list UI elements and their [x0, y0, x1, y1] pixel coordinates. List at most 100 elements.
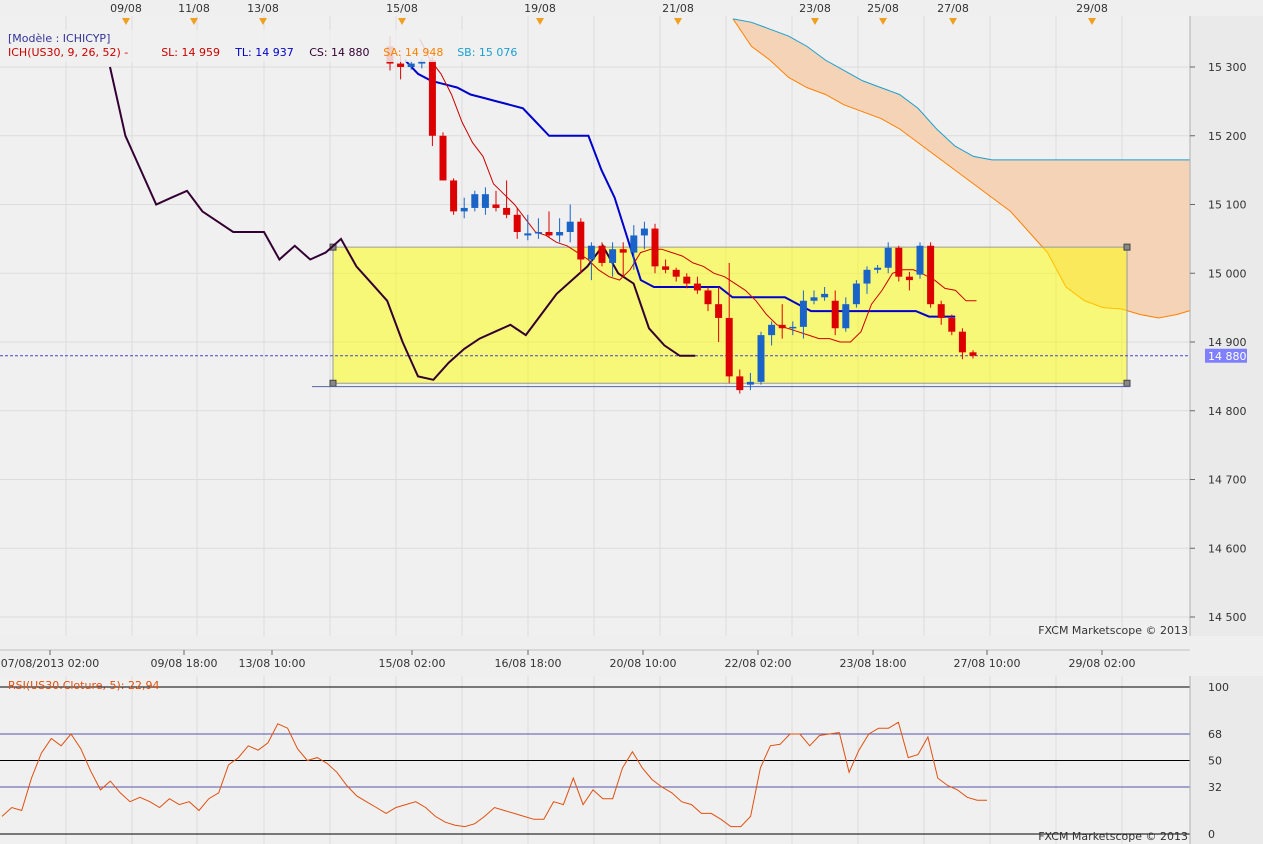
price-tick-label: 15 100	[1208, 199, 1247, 212]
legend-item: SB: 15 076	[457, 46, 517, 59]
candle-body	[810, 297, 818, 301]
chart-canvas: 09/08 11/08 13/08 15/08 19/08 21/08 23/08 25/08…	[0, 0, 1263, 844]
time-axis[interactable]: 07/08/2013 02:00 09/08 18:00 13/08 10:00 15…	[0, 636, 1263, 676]
candle-body	[884, 247, 892, 268]
time-tick-label: 15/08 02:00	[379, 657, 446, 670]
top-date-label: 23/08	[799, 2, 831, 15]
candle-body	[693, 283, 701, 291]
candle-body	[948, 317, 956, 332]
candle-body	[799, 300, 807, 327]
time-tick-label: 13/08 10:00	[239, 657, 306, 670]
candle-body	[937, 304, 945, 318]
candle-body	[481, 194, 489, 208]
candle-body	[958, 331, 966, 353]
candle-body	[916, 245, 924, 275]
top-date-label: 13/08	[247, 2, 279, 15]
candle-body	[598, 245, 606, 263]
rectangle-handle	[1123, 243, 1131, 251]
rsi-level-label: 32	[1208, 781, 1222, 794]
price-tick-label: 15 000	[1208, 267, 1247, 280]
candle-body	[651, 228, 659, 267]
candle-body	[863, 269, 871, 284]
rsi-watermark: FXCM Marketscope © 2013	[1038, 830, 1188, 843]
rsi-legend: RSI(US30.Cloture, 5): 22,94	[8, 679, 159, 692]
candle-body	[683, 276, 691, 284]
price-tick-label: 15 200	[1208, 130, 1247, 143]
candle-body	[757, 335, 765, 382]
candle-body	[778, 324, 786, 329]
candle-body	[471, 194, 479, 208]
candle-body	[969, 352, 977, 356]
candle-body	[428, 60, 436, 136]
candle-body	[852, 283, 860, 305]
candle-body	[662, 266, 670, 270]
top-date-label: 29/08	[1076, 2, 1108, 15]
candle-body	[513, 214, 521, 232]
top-date-label: 11/08	[178, 2, 210, 15]
top-date-label: 09/08	[110, 2, 142, 15]
candle-body	[672, 269, 680, 277]
rectangle-handle	[1123, 379, 1131, 387]
candle-body	[556, 232, 564, 236]
candle-body	[450, 180, 458, 212]
top-date-label: 21/08	[662, 2, 694, 15]
time-tick-label: 07/08/2013 02:00	[1, 657, 100, 670]
price-tick-label: 14 500	[1208, 611, 1247, 624]
candle-body	[619, 249, 627, 253]
price-tick-label: 14 600	[1208, 542, 1247, 555]
top-date-label: 27/08	[937, 2, 969, 15]
candle-body	[927, 245, 935, 305]
rsi-level-label: 100	[1208, 681, 1229, 694]
price-tick-label: 14 800	[1208, 405, 1247, 418]
time-tick-label: 27/08 10:00	[954, 657, 1021, 670]
price-panel: 09/08 11/08 13/08 15/08 19/08 21/08 23/08 25/08…	[0, 0, 1205, 637]
candle-body	[789, 326, 797, 329]
time-tick-label: 23/08 18:00	[840, 657, 907, 670]
candle-body	[460, 207, 468, 212]
top-date-label: 25/08	[867, 2, 899, 15]
candle-body	[874, 267, 882, 270]
candle-body	[746, 381, 754, 385]
candle-body	[577, 221, 585, 260]
candle-body	[609, 249, 617, 263]
candle-body	[407, 63, 415, 67]
watermark: FXCM Marketscope © 2013	[1038, 624, 1188, 637]
current-price-label: 14 880	[1208, 350, 1247, 363]
model-label: [Modèle : ICHICYP]	[8, 32, 110, 45]
time-tick-label: 20/08 10:00	[610, 657, 677, 670]
rsi-panel: RSI(US30.Cloture, 5): 22,94 FXCM Markets…	[0, 676, 1263, 844]
indicator-legend: ICH(US30, 9, 26, 52) - SL: 14 959 TL: 14 9…	[8, 46, 517, 59]
candle-body	[736, 376, 744, 391]
candle-body	[640, 228, 648, 236]
price-tick-label: 14 700	[1208, 474, 1247, 487]
candle-body	[630, 235, 638, 253]
price-tick-label: 15 300	[1208, 61, 1247, 74]
legend-item: ICH(US30, 9, 26, 52) -	[8, 46, 128, 59]
time-tick-label: 16/08 18:00	[495, 657, 562, 670]
price-axis[interactable]: 14 500 14 600 14 700 14 800 14 900 15 000 15 1…	[1189, 16, 1263, 636]
price-tick-label: 14 900	[1208, 336, 1247, 349]
candle-body	[704, 290, 712, 305]
legend-item: CS: 14 880	[309, 46, 369, 59]
rsi-level-label: 0	[1208, 828, 1215, 841]
legend-item: SL: 14 959	[161, 46, 220, 59]
candle-body	[545, 232, 553, 236]
rectangle-handle	[329, 379, 337, 387]
candle-body	[503, 207, 511, 215]
time-tick-label: 09/08 18:00	[151, 657, 218, 670]
candle-body	[587, 245, 595, 260]
candle-body	[905, 276, 913, 281]
candle-body	[842, 304, 850, 329]
rsi-level-label: 68	[1208, 728, 1222, 741]
legend-item: TL: 14 937	[234, 46, 294, 59]
candle-body	[768, 324, 776, 336]
candle-body	[715, 304, 723, 318]
candle-body	[566, 221, 574, 232]
candle-body	[895, 247, 903, 277]
time-axis-background	[0, 636, 1263, 676]
candle-body	[534, 232, 542, 234]
time-tick-label: 29/08 02:00	[1069, 657, 1136, 670]
top-date-label: 15/08	[386, 2, 418, 15]
candle-body	[821, 293, 829, 298]
rsi-axis-background	[1190, 676, 1263, 844]
